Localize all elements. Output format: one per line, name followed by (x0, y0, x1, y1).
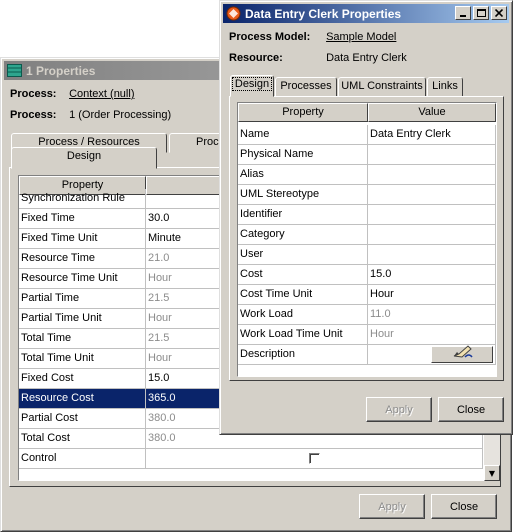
tab-label: UML Constraints (341, 80, 423, 92)
back-close-button[interactable]: Close (431, 494, 497, 519)
front-properties-window: Data Entry Clerk Properties Process Mode… (219, 0, 513, 435)
property-name-cell: Work Load (238, 305, 368, 325)
front-close-button[interactable]: Close (438, 397, 504, 422)
property-value-cell[interactable]: 11.0 (368, 305, 496, 325)
table-row[interactable]: Cost 15.0 (238, 265, 496, 285)
property-name-cell: Fixed Time (19, 209, 146, 229)
process-value: 1 (Order Processing) (69, 109, 172, 121)
table-row[interactable]: Physical Name (238, 145, 496, 165)
property-name-cell: Total Time Unit (19, 349, 146, 369)
tab-label: Design (66, 150, 102, 162)
table-row[interactable]: Name Data Entry Clerk (238, 125, 496, 145)
table-window-icon (6, 63, 22, 78)
property-name-cell: Cost (238, 265, 368, 285)
property-value-cell[interactable] (368, 145, 496, 165)
property-name-cell: Physical Name (238, 145, 368, 165)
tab-design-back[interactable]: Design (11, 147, 157, 169)
back-window-title: 1 Properties (26, 63, 96, 78)
property-name-cell: Fixed Time Unit (19, 229, 146, 249)
process-label: Process: (10, 88, 57, 100)
tab-label: Processes (280, 80, 332, 92)
resource-label: Resource: (229, 52, 283, 64)
back-process-context-row: Process: Context (null) (10, 88, 134, 100)
property-value-cell[interactable] (368, 245, 496, 265)
property-name-cell: Work Load Time Unit (238, 325, 368, 345)
table-row[interactable]: Identifier (238, 205, 496, 225)
property-name-cell: Total Time (19, 329, 146, 349)
property-value-cell[interactable] (368, 345, 496, 365)
column-header-value[interactable]: Value (368, 103, 496, 122)
table-row[interactable]: Category (238, 225, 496, 245)
tab-processes[interactable]: Processes (275, 77, 337, 97)
minimize-icon[interactable] (455, 6, 471, 20)
front-window-titlebar[interactable]: Data Entry Clerk Properties (223, 4, 509, 23)
front-property-grid: Property Value Name Data Entry Clerk Physi… (237, 102, 497, 377)
description-edit-button[interactable] (431, 345, 493, 364)
property-name-cell: Partial Cost (19, 409, 146, 429)
property-name-cell: Alias (238, 165, 368, 185)
table-row[interactable]: User (238, 245, 496, 265)
front-grid-rows: Name Data Entry Clerk Physical Name Alias UM… (238, 125, 496, 365)
table-row[interactable]: Alias (238, 165, 496, 185)
property-name-cell: Control (19, 449, 146, 469)
back-process-row: Process: 1 (Order Processing) (10, 109, 171, 121)
process-model-row: Process Model: Sample Model (229, 31, 396, 43)
process-context-link[interactable]: Context (null) (69, 88, 134, 100)
property-name-cell: Total Cost (19, 429, 146, 449)
tab-label: Links (432, 80, 458, 92)
control-checkbox[interactable] (308, 452, 320, 464)
property-name-cell: User (238, 245, 368, 265)
property-value-cell[interactable]: 15.0 (368, 265, 496, 285)
table-row[interactable]: Cost Time Unit Hour (238, 285, 496, 305)
property-value-cell[interactable]: Hour (368, 325, 496, 345)
tab-links[interactable]: Links (427, 77, 463, 97)
scroll-down-button[interactable]: ▼ (484, 465, 500, 481)
process-model-label: Process Model: (229, 31, 311, 43)
tab-design[interactable]: Design (230, 75, 274, 97)
resource-properties-icon (225, 6, 241, 21)
front-design-panel: Property Value Name Data Entry Clerk Physi… (229, 96, 504, 381)
column-header-property[interactable]: Property (238, 103, 368, 122)
property-name-cell: Category (238, 225, 368, 245)
resource-row: Resource: Data Entry Clerk (229, 52, 407, 64)
window-controls (453, 6, 507, 20)
property-name-cell: Fixed Cost (19, 369, 146, 389)
table-row[interactable]: Control (19, 449, 483, 469)
property-name-cell: Resource Cost (19, 389, 146, 409)
close-icon[interactable] (491, 6, 507, 20)
property-name-cell: UML Stereotype (238, 185, 368, 205)
process-model-link[interactable]: Sample Model (326, 31, 396, 43)
property-name-cell: Partial Time (19, 289, 146, 309)
tab-label: Proc (196, 136, 219, 148)
pencil-edit-icon (451, 345, 473, 364)
property-value-cell[interactable] (368, 225, 496, 245)
property-name-cell: Cost Time Unit (238, 285, 368, 305)
tab-label: Design (231, 77, 273, 91)
property-value-cell[interactable] (368, 185, 496, 205)
front-apply-button[interactable]: Apply (366, 397, 432, 422)
table-row[interactable]: Work Load Time Unit Hour (238, 325, 496, 345)
property-name-cell: Resource Time Unit (19, 269, 146, 289)
property-value-cell[interactable]: Data Entry Clerk (368, 125, 496, 145)
table-row[interactable]: Description (238, 345, 496, 365)
property-name-cell: Description (238, 345, 368, 365)
front-grid-header: Property Value (238, 103, 496, 122)
property-name-cell: Synchronization Rule (19, 189, 146, 209)
property-value-cell[interactable] (368, 205, 496, 225)
tab-uml-constraints[interactable]: UML Constraints (338, 77, 426, 97)
property-value-cell[interactable] (368, 165, 496, 185)
property-value-cell[interactable]: Hour (368, 285, 496, 305)
property-name-cell: Identifier (238, 205, 368, 225)
front-window-title: Data Entry Clerk Properties (245, 6, 402, 21)
process-label-2: Process: (10, 109, 57, 121)
table-row[interactable]: UML Stereotype (238, 185, 496, 205)
resource-value: Data Entry Clerk (326, 52, 407, 64)
property-name-cell: Resource Time (19, 249, 146, 269)
property-name-cell: Name (238, 125, 368, 145)
table-row[interactable]: Work Load 11.0 (238, 305, 496, 325)
back-apply-button[interactable]: Apply (359, 494, 425, 519)
property-name-cell: Partial Time Unit (19, 309, 146, 329)
maximize-icon[interactable] (473, 6, 489, 20)
property-value-cell[interactable] (146, 449, 483, 469)
